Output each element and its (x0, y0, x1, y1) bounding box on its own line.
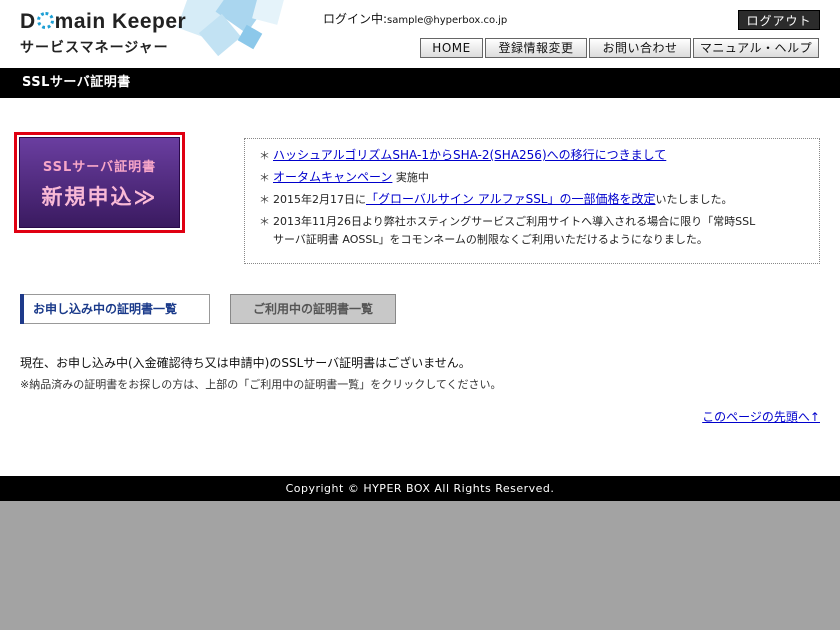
site-header: Dmain Keeper サービスマネージャー ログイン中:sample@hyp… (0, 0, 840, 68)
bullet-star: ＊ (259, 193, 270, 206)
notice-box: ＊ ハッシュアルゴリズムSHA-1からSHA-2(SHA256)への移行につきま… (244, 138, 820, 264)
nav-contact[interactable]: お問い合わせ (589, 38, 691, 58)
logout-button[interactable]: ログアウト (738, 10, 820, 30)
notice-item: ＊ 2015年2月17日に「グローバルサイン アルファSSL」の一部価格を改定い… (259, 191, 805, 208)
hint-message: ※納品済みの証明書をお探しの方は、上部の「ご利用中の証明書一覧」をクリックしてく… (20, 378, 502, 391)
bullet-star: ＊ (259, 149, 270, 162)
notice-item: ＊ オータムキャンペーン 実施中 (259, 169, 805, 186)
notice-item: ＊ ハッシュアルゴリズムSHA-1からSHA-2(SHA256)への移行につきま… (259, 147, 805, 164)
page-title: SSLサーバ証明書 (0, 68, 840, 98)
logo-globe-icon (36, 12, 54, 29)
promo-big-text: 新規申込≫ (41, 185, 158, 209)
promo-small-text: SSLサーバ証明書 (42, 160, 157, 175)
tab-pending-certificates[interactable]: お申し込み中の証明書一覧 (20, 294, 210, 324)
logo-wordmark: Dmain Keeper (20, 10, 187, 33)
back-to-top-link[interactable]: このページの先頭へ↑ (702, 408, 820, 425)
nav-manual-help[interactable]: マニュアル・ヘルプ (693, 38, 819, 58)
copyright-text: Copyright © HYPER BOX All Rights Reserve… (285, 482, 555, 495)
login-status: ログイン中:sample@hyperbox.co.jp (323, 10, 507, 27)
tab-active-certificates[interactable]: ご利用中の証明書一覧 (230, 294, 396, 324)
bullet-star: ＊ (259, 171, 270, 184)
notice-text: 2015年2月17日に (273, 193, 366, 206)
new-application-button[interactable]: SSLサーバ証明書 新規申込≫ (14, 132, 185, 233)
nav-home[interactable]: HOME (420, 38, 483, 58)
notice-link-campaign[interactable]: オータムキャンペーン (273, 170, 392, 184)
notice-item: ＊ 2013年11月26日より弊社ホスティングサービスご利用サイトへ導入される場… (259, 213, 805, 249)
bullet-star: ＊ (259, 215, 270, 228)
new-application-banner: SSLサーバ証明書 新規申込≫ (19, 137, 180, 228)
notice-text: 実施中 (392, 171, 429, 184)
logo-subtitle: サービスマネージャー (20, 40, 169, 56)
nav-account-settings[interactable]: 登録情報変更 (485, 38, 587, 58)
notice-text: 2013年11月26日より弊社ホスティングサービスご利用サイトへ導入される場合に… (273, 215, 756, 228)
footer: Copyright © HYPER BOX All Rights Reserve… (0, 476, 840, 501)
notice-text: いたしました。 (655, 193, 733, 206)
logo[interactable]: Dmain Keeper サービスマネージャー (20, 10, 186, 57)
login-email: sample@hyperbox.co.jp (387, 15, 508, 26)
page-background (0, 501, 840, 630)
notice-link-sha2[interactable]: ハッシュアルゴリズムSHA-1からSHA-2(SHA256)への移行につきまして (273, 148, 666, 162)
notice-text: サーバ証明書 AOSSL」をコモンネームの制限なくご利用いただけるようになりまし… (273, 233, 708, 246)
top-navigation: HOME 登録情報変更 お問い合わせ マニュアル・ヘルプ (420, 38, 821, 58)
status-message: 現在、お申し込み中(入金確認待ち又は申請中)のSSLサーバ証明書はございません。 (20, 356, 471, 370)
login-label: ログイン中: (323, 12, 388, 26)
notice-link-price[interactable]: 「グローバルサイン アルファSSL」の一部価格を改定 (366, 192, 656, 206)
